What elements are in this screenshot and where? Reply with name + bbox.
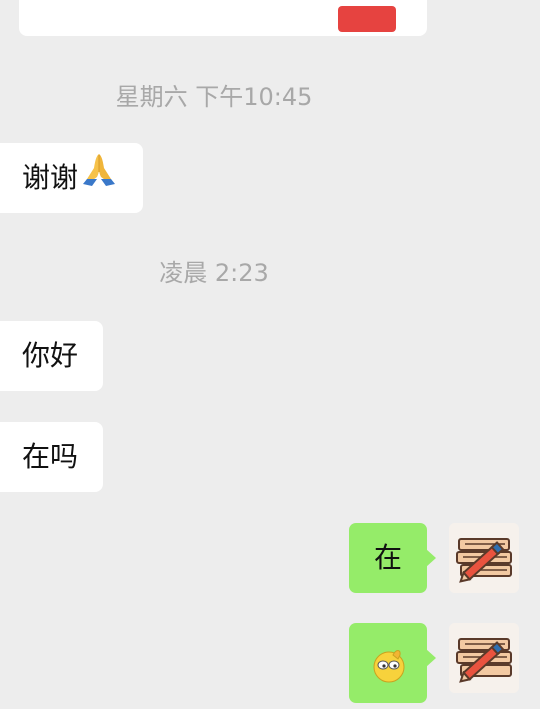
outgoing-message[interactable] [349, 623, 436, 703]
incoming-message[interactable]: 你好 [0, 321, 103, 391]
books-pencil-icon [449, 623, 519, 693]
my-avatar[interactable] [449, 623, 519, 693]
folded-hands-icon [80, 144, 118, 214]
message-text: 在 [373, 541, 402, 574]
message-text: 谢谢 [22, 161, 79, 194]
timestamp: 星期六 下午10:45 [115, 83, 313, 111]
outgoing-message[interactable]: 在 [349, 523, 436, 593]
shared-card[interactable] [19, 0, 427, 36]
my-avatar[interactable] [449, 523, 519, 593]
books-pencil-icon [449, 523, 519, 593]
message-text: 你好 [22, 339, 79, 372]
timestamp: 凌晨 2:23 [159, 259, 269, 287]
card-action-button[interactable] [338, 6, 396, 32]
message-text: 在吗 [22, 440, 79, 473]
thinking-face-icon [369, 639, 409, 709]
incoming-message[interactable]: 在吗 [0, 422, 103, 492]
incoming-message[interactable]: 谢谢 [0, 143, 143, 213]
